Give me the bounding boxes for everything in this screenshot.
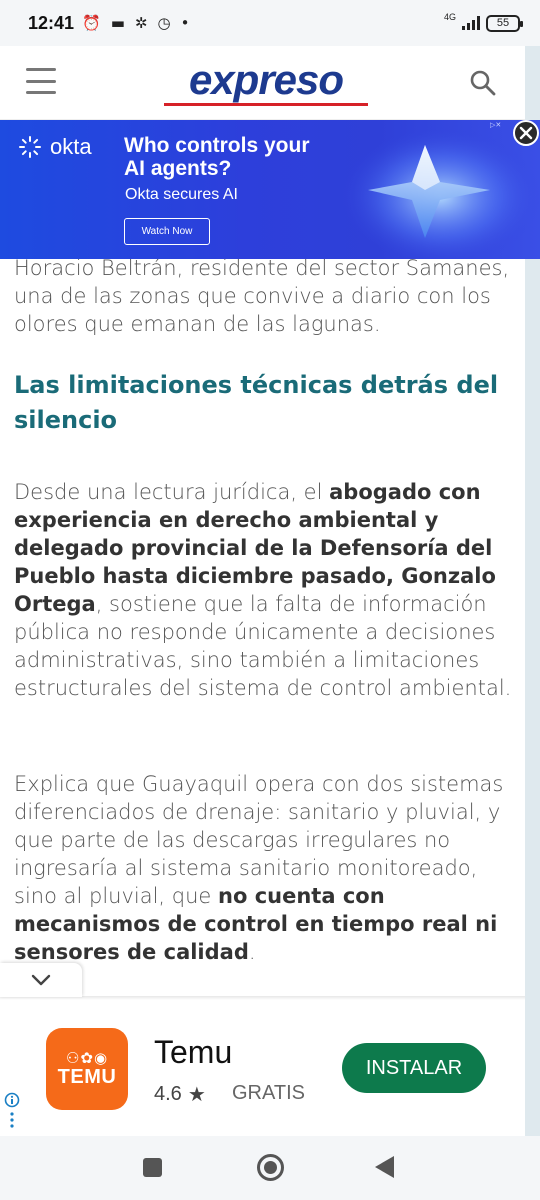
app-name: Temu [154, 1034, 233, 1070]
clock-icon: ◷ [157, 13, 171, 32]
temu-ad[interactable]: ⚇✿◉ TEMU Temu 4.6 ★ GRATIS INSTALAR [0, 1000, 525, 1136]
close-icon [519, 126, 533, 140]
install-button[interactable]: INSTALAR [342, 1043, 486, 1093]
status-bar: 12:41 ⏰ ▬ ✲ ◷ • 4G 55 [0, 0, 540, 46]
back-button[interactable] [375, 1156, 394, 1178]
temu-glyphs: ⚇✿◉ [65, 1049, 109, 1067]
message-icon: ▬ [110, 13, 125, 32]
ad-choices-tag: ▷✕ [490, 122, 502, 129]
partial-line: olores que emanan de las lagunas. [14, 312, 381, 336]
logo-underline [164, 103, 368, 106]
status-time: 12:41 [28, 12, 75, 33]
app-price: GRATIS [232, 1082, 305, 1104]
notification-icons: ⏰ ▬ ✲ ◷ • [82, 13, 190, 32]
watch-now-button[interactable]: Watch Now [124, 218, 210, 245]
dot-icon: • [180, 13, 190, 32]
partial-line: una de las zonas que convive a diario co… [14, 284, 491, 308]
close-ad-button[interactable] [513, 120, 539, 146]
okta-brand: okta [50, 134, 92, 159]
okta-sunburst-icon [19, 136, 41, 158]
okta-ad-banner[interactable]: okta Who controls your AI agents? Okta s… [0, 120, 540, 259]
chevron-down-icon [31, 974, 51, 986]
rating-value: 4.6 [154, 1083, 182, 1105]
temu-app-icon[interactable]: ⚇✿◉ TEMU [46, 1028, 128, 1110]
temu-icon-label: TEMU [57, 1066, 117, 1088]
paragraph-text: . [248, 940, 256, 964]
paragraph-text: Desde una lectura jurídica, el [14, 480, 330, 504]
pinwheel-icon: ✲ [134, 13, 148, 32]
battery-level: 55 [496, 17, 510, 29]
article-partial-paragraph: Horacio Beltrán, residente del sector Sa… [14, 254, 509, 338]
status-right: 4G 55 [443, 12, 523, 32]
alarm-icon: ⏰ [82, 13, 101, 32]
hamburger-icon[interactable] [26, 68, 56, 94]
signal-icon [462, 16, 480, 30]
crystal-graphic [340, 120, 540, 259]
section-heading: Las limitaciones técnicas detrás del sil… [14, 371, 499, 434]
info-icon [4, 1092, 20, 1128]
battery-icon: 55 [486, 14, 523, 32]
home-button[interactable] [257, 1154, 284, 1181]
ad-subline: Okta secures AI [125, 186, 238, 203]
site-header: expreso [0, 46, 525, 120]
search-icon[interactable] [468, 68, 498, 98]
article-paragraph: Explica que Guayaquil opera con dos sist… [14, 770, 514, 966]
site-logo[interactable]: expreso [160, 56, 372, 108]
app-rating: 4.6 ★ [154, 1082, 206, 1107]
ad-headline: Who controls your AI agents? [124, 134, 310, 180]
okta-logo: okta [18, 134, 92, 160]
network-label: 4G [443, 12, 456, 22]
star-icon: ★ [187, 1084, 206, 1106]
logo-text: expreso [188, 56, 344, 103]
article-paragraph: Desde una lectura jurídica, el abogado c… [14, 478, 514, 702]
recents-button[interactable] [143, 1158, 162, 1177]
collapse-ad-button[interactable] [0, 963, 82, 997]
system-nav-bar [0, 1136, 540, 1200]
